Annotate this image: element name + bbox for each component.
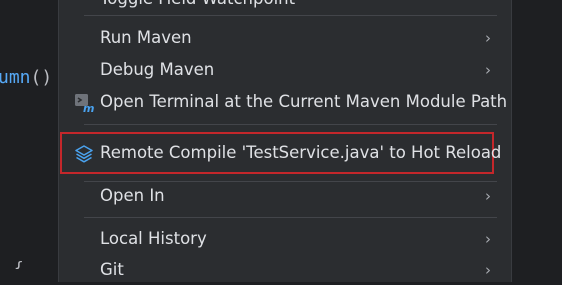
chevron-right-icon: › <box>485 230 491 248</box>
menu-item-local-history[interactable]: Local History › <box>59 224 511 254</box>
chevron-right-icon: › <box>485 61 491 79</box>
code-fragment: umn() <box>0 66 52 90</box>
menu-item-label: Local History <box>100 229 207 248</box>
menu-item-label: Open In <box>100 186 165 205</box>
code-editor: umn() { <box>0 0 58 269</box>
code-bottom-glyph: { <box>14 258 24 269</box>
menu-item-label: Git <box>100 260 124 279</box>
layers-icon <box>74 144 94 164</box>
menu-item-label: Toggle Field Watchpoint <box>100 0 295 14</box>
menu-item-run-maven[interactable]: Run Maven › <box>59 23 511 53</box>
chevron-right-icon: › <box>485 261 491 279</box>
menu-separator <box>84 217 497 218</box>
terminal-maven-icon: m <box>74 93 94 115</box>
menu-item-label: Debug Maven <box>100 60 215 79</box>
menu-item-debug-maven[interactable]: Debug Maven › <box>59 55 511 85</box>
context-menu: Toggle Field Watchpoint Run Maven › Debu… <box>58 0 512 282</box>
menu-item-git[interactable]: Git › <box>59 255 511 285</box>
code-parens: () <box>30 67 53 88</box>
menu-item-label: Open Terminal at the Current Maven Modul… <box>100 92 508 111</box>
menu-separator <box>84 15 497 16</box>
chevron-right-icon: › <box>485 187 491 205</box>
menu-item-label: Remote Compile 'TestService.java' to Hot… <box>100 143 502 162</box>
chevron-right-icon: › <box>485 29 491 47</box>
menu-item-open-terminal-maven[interactable]: m Open Terminal at the Current Maven Mod… <box>59 87 511 117</box>
svg-text:m: m <box>83 102 94 113</box>
menu-item-remote-compile-hot-reload[interactable]: Remote Compile 'TestService.java' to Hot… <box>59 138 511 168</box>
menu-separator <box>84 124 497 125</box>
code-method-name: umn <box>0 67 31 88</box>
menu-item-label: Run Maven <box>100 28 192 47</box>
menu-item-toggle-field-watchpoint[interactable]: Toggle Field Watchpoint <box>59 0 511 14</box>
menu-item-open-in[interactable]: Open In › <box>59 181 511 211</box>
